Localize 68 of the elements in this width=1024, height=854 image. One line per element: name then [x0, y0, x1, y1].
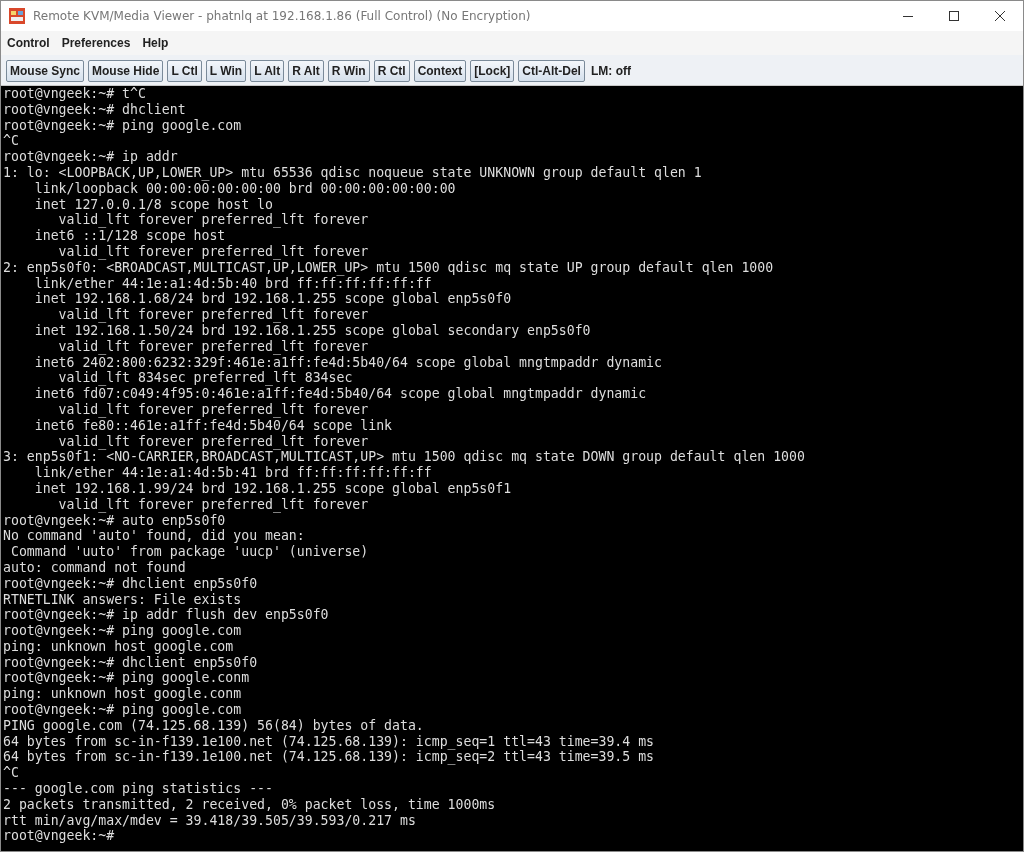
terminal-line: root@vngeek:~# ping google.com [3, 702, 242, 718]
toolbar-button[interactable]: Context [413, 60, 467, 82]
toolbar-button[interactable]: R Ctl [373, 60, 410, 82]
terminal-line: root@vngeek:~# ip addr [3, 149, 178, 165]
menu-item[interactable]: Control [7, 36, 50, 50]
terminal-line: link/ether 44:1e:a1:4d:5b:40 brd ff:ff:ff:ff:ff:ff [33, 275, 432, 292]
minimize-icon [903, 15, 913, 17]
toolbar-button[interactable]: [Lock] [470, 60, 515, 82]
terminal-line: root@vngeek:~# dhclient enp5s0f0 [3, 654, 258, 671]
terminal-line: root@vngeek:~# t^C [3, 86, 146, 102]
toolbar-button[interactable]: L Win [205, 60, 247, 82]
terminal-line: Command 'uuto' from package 'uucp' (universe) [9, 544, 369, 560]
window-title: Remote KVM/Media Viewer - phatnlq at 192.168.1.86 (Full Control) (No Encryption) [33, 9, 532, 23]
terminal-line: root@vngeek:~# ping google.com [3, 117, 242, 134]
terminal-line: RTNETLINK answers: File exists [3, 591, 242, 608]
terminal-line: ping: unknown host google.conm [3, 686, 242, 703]
terminal-line: auto: command not found [3, 559, 186, 576]
terminal-line: inet6 2402:800:6232:329f:461e:a1ff:fe4d:5b40/64 scope global mngtmpaddr dynamic [33, 354, 662, 371]
terminal-line: valid_lft 834sec preferred_lft 834sec [57, 370, 353, 387]
terminal-line: 64 bytes from sc-in-f139.1e100.net (74.125.68.139): icmp_seq=1 ttl=43 time=39.4 ms [3, 733, 655, 750]
close-icon [995, 11, 1005, 21]
terminal-line: root@vngeek:~# ip addr flush dev enp5s0f0 [3, 607, 329, 624]
terminal-line: root@vngeek:~# ping google.com [3, 623, 242, 639]
terminal-line: ^C [3, 765, 19, 782]
terminal-line: 64 bytes from sc-in-f139.1e100.net (74.125.68.139): icmp_seq=2 ttl=43 time=39.5 ms [3, 749, 655, 766]
terminal-line: inet 192.168.1.50/24 brd 192.168.1.255 scope global secondary enp5s0f0 [33, 322, 591, 339]
terminal-line: root@vngeek:~# dhclient enp5s0f0 [3, 575, 258, 592]
toolbar-button[interactable]: R Win [327, 60, 370, 82]
terminal-line: valid_lft forever preferred_lft forever [57, 496, 369, 513]
lock-mode-status: LM: off [590, 64, 631, 78]
terminal-line: root@vngeek:~# auto enp5s0f0 [3, 512, 226, 529]
terminal-line: valid_lft forever preferred_lft forever [57, 433, 369, 450]
toolbar-button[interactable]: R Alt [288, 60, 324, 82]
terminal-line: root@vngeek:~# ping google.conm [3, 670, 250, 687]
terminal-line: inet6 ::1/128 scope host [33, 228, 226, 244]
toolbar-button[interactable]: Mouse Sync [6, 60, 85, 82]
terminal-line: inet6 fe80::461e:a1ff:fe4d:5b40/64 scope link [33, 417, 393, 434]
terminal-line: rtt min/avg/max/mdev = 39.418/39.505/39.593/0.217 ms [3, 812, 416, 829]
terminal-line: inet6 fd07:c049:4f95:0:461e:a1ff:fe4d:5b40/64 scope global mngtmpaddr dynamic [33, 386, 647, 402]
toolbar-button[interactable]: Ctl-Alt-Del [518, 60, 585, 82]
terminal-line: link/ether 44:1e:a1:4d:5b:41 brd ff:ff:ff:ff:ff:ff [33, 465, 432, 481]
terminal-line: inet 192.168.1.68/24 brd 192.168.1.255 scope global enp5s0f0 [33, 291, 512, 308]
terminal-line: root@vngeek:~# dhclient [3, 101, 186, 118]
terminal-line: link/loopback 00:00:00:00:00:00 brd 00:00:00:00:00:00 [33, 180, 456, 197]
terminal-line: 2: enp5s0f0: <BROADCAST,MULTICAST,UP,LOWER_UP> mtu 1500 qdisc mq state UP group default qlen 1000 [3, 259, 774, 276]
terminal-line: valid_lft forever preferred_lft forever [57, 212, 369, 229]
terminal-line: inet 127.0.0.1/8 scope host lo [33, 196, 273, 213]
terminal-line: PING google.com (74.125.68.139) 56(84) bytes of data. [3, 717, 424, 734]
terminal-line: valid_lft forever preferred_lft forever [57, 338, 369, 355]
terminal-line: inet 192.168.1.99/24 brd 192.168.1.255 scope global enp5s0f1 [33, 480, 512, 497]
terminal-line: valid_lft forever preferred_lft forever [57, 307, 369, 323]
terminal-line: 3: enp5s0f1: <NO-CARRIER,BROADCAST,MULTICAST,UP> mtu 1500 qdisc mq state DOWN group default qlen 1000 [3, 449, 805, 466]
terminal-line: --- google.com ping statistics --- [3, 781, 273, 797]
toolbar-button[interactable]: L Ctl [167, 60, 202, 82]
terminal-line: ping: unknown host google.com [3, 638, 234, 655]
toolbar-button[interactable]: Mouse Hide [88, 60, 164, 82]
terminal-line: valid_lft forever preferred_lft forever [57, 243, 369, 260]
terminal-line: root@vngeek:~# [3, 828, 115, 845]
terminal-line: valid_lft forever preferred_lft forever [57, 401, 369, 418]
toolbar-button[interactable]: L Alt [250, 60, 285, 82]
terminal-line: No command 'auto' found, did you mean: [3, 528, 305, 545]
terminal-line: ^C [3, 133, 19, 150]
terminal-line: 1: lo: <LOOPBACK,UP,LOWER_UP> mtu 65536 qdisc noqueue state UNKNOWN group default qlen 1 [3, 165, 702, 181]
menu-item[interactable]: Help [142, 36, 169, 50]
maximize-icon [949, 11, 959, 21]
terminal-line: 2 packets transmitted, 2 received, 0% packet loss, time 1000ms [3, 796, 496, 813]
app-icon [9, 8, 25, 24]
menu-item[interactable]: Preferences [61, 36, 131, 50]
